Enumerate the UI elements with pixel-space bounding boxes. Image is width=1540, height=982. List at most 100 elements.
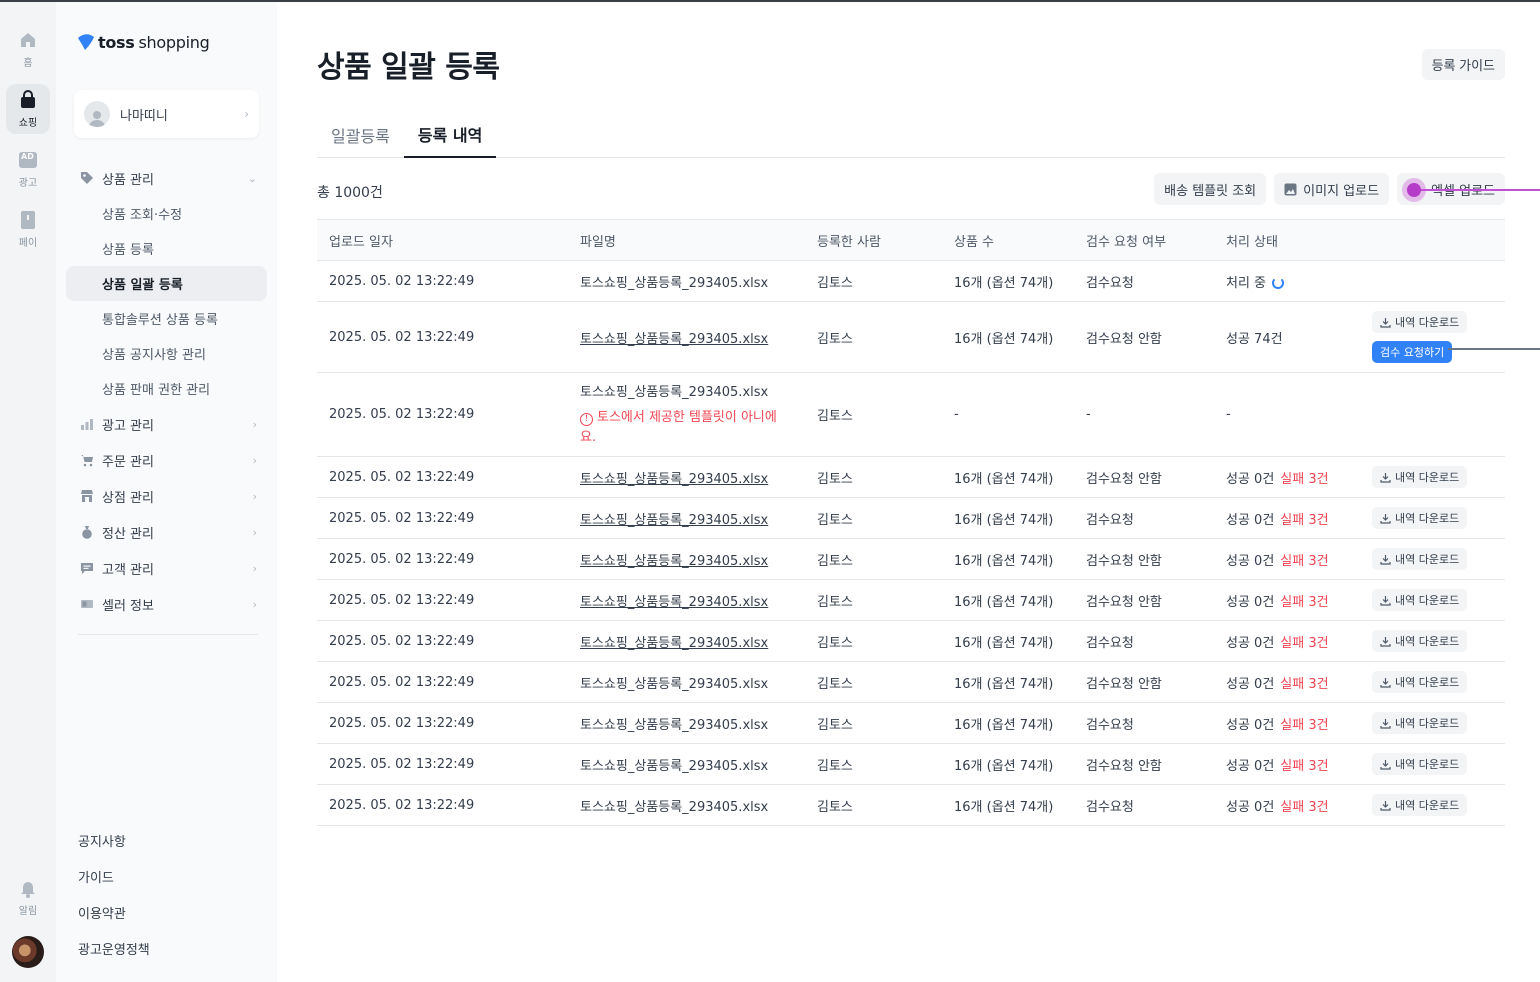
app-rail: 홈 쇼핑 광고 페이 알림: [0, 2, 56, 982]
cell-status: 성공 0건 실패 3건: [1214, 456, 1360, 498]
download-label: 내역 다운로드: [1395, 512, 1460, 525]
table-row: 2025. 05. 02 13:22:49 토스쇼핑_상품등록_293405.x…: [317, 661, 1505, 703]
download-history-button[interactable]: 내역 다운로드: [1372, 712, 1468, 734]
file-name-link[interactable]: 토스쇼핑_상품등록_293405.xlsx: [580, 636, 768, 651]
nav-group-ads[interactable]: 광고 관리 ›: [66, 406, 267, 442]
download-history-button[interactable]: 내역 다운로드: [1372, 753, 1468, 775]
download-history-button[interactable]: 내역 다운로드: [1372, 507, 1468, 529]
tab-bulk-register[interactable]: 일괄등록: [317, 112, 404, 158]
tab-bar: 일괄등록 등록 내역: [317, 112, 1505, 158]
footer-link-guide[interactable]: 가이드: [78, 864, 150, 900]
nav-group-label: 주문 관리: [102, 454, 154, 470]
nav-group-customer[interactable]: 고객 관리 ›: [66, 550, 267, 586]
error-circle-icon: !: [580, 413, 593, 426]
nav-sub-product-register[interactable]: 상품 등록: [66, 231, 267, 266]
annotation-connector-line: [1448, 348, 1540, 350]
file-name-link[interactable]: 토스쇼핑_상품등록_293405.xlsx: [580, 554, 768, 569]
cell-date: 2025. 05. 02 13:22:49: [317, 702, 568, 744]
download-history-button[interactable]: 내역 다운로드: [1372, 671, 1468, 693]
pay-icon: [21, 210, 35, 229]
store-selector[interactable]: 나마띠니 ›: [74, 90, 259, 138]
cell-count: 16개 (옵션 74개): [942, 579, 1074, 621]
footer-link-notice[interactable]: 공지사항: [78, 828, 150, 864]
cell-date: 2025. 05. 02 13:22:49: [317, 661, 568, 703]
chevron-down-icon: ⌄: [247, 171, 257, 185]
download-history-button[interactable]: 내역 다운로드: [1372, 466, 1468, 488]
file-name-link[interactable]: 토스쇼핑_상품등록_293405.xlsx: [580, 595, 768, 610]
sidebar-nav: 상품 관리 ⌄ 상품 조회·수정 상품 등록 상품 일괄 등록 통합솔루션 상품…: [66, 160, 267, 622]
download-label: 내역 다운로드: [1395, 758, 1460, 771]
chevron-right-icon: ›: [252, 597, 257, 611]
shipping-template-button[interactable]: 배송 템플릿 조회: [1154, 173, 1267, 205]
cell-actions: 내역 다운로드: [1360, 661, 1505, 703]
chevron-right-icon: ›: [252, 561, 257, 575]
file-name-link[interactable]: 토스쇼핑_상품등록_293405.xlsx: [580, 472, 768, 487]
error-text: 토스에서 제공한 템플릿이 아니에요.: [580, 410, 777, 445]
table-row: 2025. 05. 02 13:22:49 토스쇼핑_상품등록_293405.x…: [317, 456, 1505, 498]
file-name: 토스쇼핑_상품등록_293405.xlsx: [580, 275, 769, 291]
cell-file: 토스쇼핑_상품등록_293405.xlsx: [568, 538, 805, 580]
history-table: 업로드 일자 파일명 등록한 사람 상품 수 검수 요청 여부 처리 상태 20…: [317, 219, 1505, 826]
nav-sub-product-notice[interactable]: 상품 공지사항 관리: [66, 336, 267, 371]
nav-group-store[interactable]: 상점 관리 ›: [66, 478, 267, 514]
user-avatar[interactable]: [12, 936, 44, 968]
rail-shopping-label: 쇼핑: [18, 117, 38, 129]
cell-date: 2025. 05. 02 13:22:49: [317, 497, 568, 539]
download-history-button[interactable]: 내역 다운로드: [1372, 630, 1468, 652]
rail-ads-label: 광고: [18, 177, 38, 189]
annotation-marker-dot: [1402, 178, 1426, 202]
footer-link-ad-policy[interactable]: 광고운영정책: [78, 936, 150, 972]
download-history-button[interactable]: 내역 다운로드: [1372, 311, 1468, 333]
request-review-button[interactable]: 검수 요청하기: [1372, 341, 1453, 363]
rail-alerts[interactable]: 알림: [6, 872, 50, 922]
rail-shopping[interactable]: 쇼핑: [6, 84, 50, 134]
file-name-link[interactable]: 토스쇼핑_상품등록_293405.xlsx: [580, 513, 768, 528]
nav-group-orders[interactable]: 주문 관리 ›: [66, 442, 267, 478]
table-row: 2025. 05. 02 13:22:49 토스쇼핑_상품등록_293405.x…: [317, 620, 1505, 662]
cell-review: 검수요청: [1074, 702, 1214, 744]
table-row: 2025. 05. 02 13:22:49 토스쇼핑_상품등록_293405.x…: [317, 784, 1505, 826]
status-success: 성공 0건: [1226, 512, 1275, 528]
download-history-button[interactable]: 내역 다운로드: [1372, 548, 1468, 570]
status-fail: 실패 3건: [1280, 717, 1329, 733]
nav-group-seller[interactable]: 셀러 정보 ›: [66, 586, 267, 622]
cell-status: 처리 중: [1214, 260, 1360, 302]
download-history-button[interactable]: 내역 다운로드: [1372, 589, 1468, 611]
rail-home[interactable]: 홈: [6, 24, 50, 74]
nav-group-label: 상점 관리: [102, 490, 154, 506]
cell-review: 검수요청 안함: [1074, 743, 1214, 785]
nav-sub-sales-permission[interactable]: 상품 판매 권한 관리: [66, 371, 267, 406]
cell-file: 토스쇼핑_상품등록_293405.xlsx: [568, 743, 805, 785]
cell-status: 성공 74건: [1214, 301, 1360, 373]
cell-count: 16개 (옵션 74개): [942, 702, 1074, 744]
download-label: 내역 다운로드: [1395, 799, 1460, 812]
download-label: 내역 다운로드: [1395, 594, 1460, 607]
cell-review: 검수요청 안함: [1074, 579, 1214, 621]
toss-shopping-logo[interactable]: toss shopping: [76, 32, 210, 52]
rail-pay-label: 페이: [18, 237, 38, 249]
table-row: 2025. 05. 02 13:22:49 토스쇼핑_상품등록_293405.x…: [317, 497, 1505, 539]
cell-who: 김토스: [805, 579, 942, 621]
footer-link-terms[interactable]: 이용약관: [78, 900, 150, 936]
chevron-right-icon: ›: [252, 525, 257, 539]
rail-alerts-label: 알림: [18, 905, 38, 917]
image-upload-button[interactable]: 이미지 업로드: [1274, 173, 1390, 205]
nav-sub-integrated-register[interactable]: 통합솔루션 상품 등록: [66, 301, 267, 336]
rail-pay[interactable]: 페이: [6, 204, 50, 254]
file-name-link[interactable]: 토스쇼핑_상품등록_293405.xlsx: [580, 332, 768, 347]
nav-sub-product-view[interactable]: 상품 조회·수정: [66, 196, 267, 231]
nav-group-product[interactable]: 상품 관리 ⌄: [66, 160, 267, 196]
nav-group-settlement[interactable]: 정산 관리 ›: [66, 514, 267, 550]
shopping-bag-icon: [21, 89, 35, 108]
cell-count: 16개 (옵션 74개): [942, 784, 1074, 826]
tab-register-history[interactable]: 등록 내역: [403, 112, 497, 158]
nav-sub-bulk-register[interactable]: 상품 일괄 등록: [66, 266, 267, 301]
download-history-button[interactable]: 내역 다운로드: [1372, 794, 1468, 816]
cell-file: 토스쇼핑_상품등록_293405.xlsx: [568, 497, 805, 539]
store-avatar: [84, 101, 110, 127]
cell-date: 2025. 05. 02 13:22:49: [317, 301, 568, 373]
cell-who: 김토스: [805, 702, 942, 744]
download-icon: [1380, 718, 1391, 729]
cell-file: 토스쇼핑_상품등록_293405.xlsx: [568, 702, 805, 744]
registration-guide-button[interactable]: 등록 가이드: [1421, 49, 1505, 80]
